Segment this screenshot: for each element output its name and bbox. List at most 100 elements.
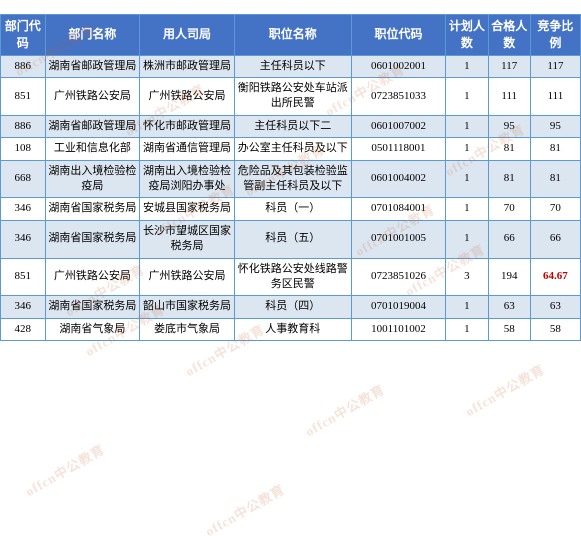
cell-7-4: 0723851026 xyxy=(351,258,446,296)
cell-3-6: 81 xyxy=(488,138,530,160)
cell-0-4: 0601002001 xyxy=(351,55,446,77)
cell-7-5: 3 xyxy=(446,258,488,296)
cell-6-0: 346 xyxy=(1,220,46,258)
cell-8-1: 湖南省国家税务局 xyxy=(45,296,140,318)
cell-9-7: 58 xyxy=(530,318,580,340)
cell-8-4: 0701019004 xyxy=(351,296,446,318)
cell-3-7: 81 xyxy=(530,138,580,160)
cell-1-5: 1 xyxy=(446,77,488,115)
table-row: 108工业和信息化部湖南省通信管理局办公室主任科员及以下050111800118… xyxy=(1,138,581,160)
cell-1-1: 广州铁路公安局 xyxy=(45,77,140,115)
cell-0-6: 117 xyxy=(488,55,530,77)
page-title xyxy=(0,0,581,14)
cell-1-3: 衡阳铁路公安处车站派出所民警 xyxy=(234,77,351,115)
cell-7-6: 194 xyxy=(488,258,530,296)
table-row: 886湖南省邮政管理局株洲市邮政管理局主任科员以下060100200111171… xyxy=(1,55,581,77)
cell-3-2: 湖南省通信管理局 xyxy=(140,138,235,160)
cell-3-1: 工业和信息化部 xyxy=(45,138,140,160)
cell-9-1: 湖南省气象局 xyxy=(45,318,140,340)
cell-9-4: 1001101002 xyxy=(351,318,446,340)
table-row: 851广州铁路公安局广州铁路公安局衡阳铁路公安处车站派出所民警072385103… xyxy=(1,77,581,115)
cell-2-5: 1 xyxy=(446,115,488,137)
cell-1-6: 111 xyxy=(488,77,530,115)
cell-8-7: 63 xyxy=(530,296,580,318)
table-row: 851广州铁路公安局广州铁路公安局怀化铁路公安处线路警务区民警072385102… xyxy=(1,258,581,296)
cell-6-4: 0701001005 xyxy=(351,220,446,258)
cell-5-4: 0701084001 xyxy=(351,198,446,220)
cell-5-6: 70 xyxy=(488,198,530,220)
cell-4-2: 湖南出入境检验检疫局浏阳办事处 xyxy=(140,160,235,198)
table-row: 428湖南省气象局娄底市气象局人事教育科100110100215858 xyxy=(1,318,581,340)
cell-5-2: 安城县国家税务局 xyxy=(140,198,235,220)
cell-7-1: 广州铁路公安局 xyxy=(45,258,140,296)
cell-0-5: 1 xyxy=(446,55,488,77)
table-row: 346湖南省国家税务局安城县国家税务局科员（一）070108400117070 xyxy=(1,198,581,220)
cell-0-0: 886 xyxy=(1,55,46,77)
header-6: 合格人数 xyxy=(488,15,530,56)
cell-7-0: 851 xyxy=(1,258,46,296)
table-row: 668湖南出入境检验检疫局湖南出入境检验检疫局浏阳办事处危险品及其包装检验监管副… xyxy=(1,160,581,198)
cell-9-3: 人事教育科 xyxy=(234,318,351,340)
cell-2-4: 0601007002 xyxy=(351,115,446,137)
cell-1-7: 111 xyxy=(530,77,580,115)
header-4: 职位代码 xyxy=(351,15,446,56)
cell-0-7: 117 xyxy=(530,55,580,77)
cell-5-3: 科员（一） xyxy=(234,198,351,220)
cell-2-7: 95 xyxy=(530,115,580,137)
cell-5-7: 70 xyxy=(530,198,580,220)
table-row: 346湖南省国家税务局韶山市国家税务局科员（四）070101900416363 xyxy=(1,296,581,318)
cell-6-6: 66 xyxy=(488,220,530,258)
cell-2-0: 886 xyxy=(1,115,46,137)
cell-8-0: 346 xyxy=(1,296,46,318)
cell-1-0: 851 xyxy=(1,77,46,115)
cell-8-5: 1 xyxy=(446,296,488,318)
cell-6-1: 湖南省国家税务局 xyxy=(45,220,140,258)
cell-7-2: 广州铁路公安局 xyxy=(140,258,235,296)
header-3: 职位名称 xyxy=(234,15,351,56)
cell-8-6: 63 xyxy=(488,296,530,318)
cell-3-4: 0501118001 xyxy=(351,138,446,160)
cell-6-5: 1 xyxy=(446,220,488,258)
cell-4-0: 668 xyxy=(1,160,46,198)
cell-9-5: 1 xyxy=(446,318,488,340)
cell-5-1: 湖南省国家税务局 xyxy=(45,198,140,220)
cell-4-3: 危险品及其包装检验监管副主任科员及以下 xyxy=(234,160,351,198)
header-2: 用人司局 xyxy=(140,15,235,56)
cell-9-6: 58 xyxy=(488,318,530,340)
header-0: 部门代码 xyxy=(1,15,46,56)
cell-6-2: 长沙市望城区国家税务局 xyxy=(140,220,235,258)
cell-0-1: 湖南省邮政管理局 xyxy=(45,55,140,77)
cell-4-7: 81 xyxy=(530,160,580,198)
cell-3-3: 办公室主任科员及以下 xyxy=(234,138,351,160)
cell-9-0: 428 xyxy=(1,318,46,340)
cell-2-3: 主任科员以下二 xyxy=(234,115,351,137)
header-1: 部门名称 xyxy=(45,15,140,56)
cell-1-2: 广州铁路公安局 xyxy=(140,77,235,115)
cell-1-4: 0723851033 xyxy=(351,77,446,115)
cell-2-6: 95 xyxy=(488,115,530,137)
competition-table: 部门代码部门名称用人司局职位名称职位代码计划人数合格人数竞争比例 886湖南省邮… xyxy=(0,14,581,341)
cell-3-0: 108 xyxy=(1,138,46,160)
cell-6-7: 66 xyxy=(530,220,580,258)
cell-9-2: 娄底市气象局 xyxy=(140,318,235,340)
cell-4-4: 0601004002 xyxy=(351,160,446,198)
cell-2-1: 湖南省邮政管理局 xyxy=(45,115,140,137)
cell-4-6: 81 xyxy=(488,160,530,198)
cell-0-3: 主任科员以下 xyxy=(234,55,351,77)
table-row: 346湖南省国家税务局长沙市望城区国家税务局科员（五）0701001005166… xyxy=(1,220,581,258)
cell-7-3: 怀化铁路公安处线路警务区民警 xyxy=(234,258,351,296)
cell-8-3: 科员（四） xyxy=(234,296,351,318)
cell-4-1: 湖南出入境检验检疫局 xyxy=(45,160,140,198)
header-5: 计划人数 xyxy=(446,15,488,56)
cell-5-5: 1 xyxy=(446,198,488,220)
table-header-row: 部门代码部门名称用人司局职位名称职位代码计划人数合格人数竞争比例 xyxy=(1,15,581,56)
header-7: 竞争比例 xyxy=(530,15,580,56)
cell-3-5: 1 xyxy=(446,138,488,160)
cell-0-2: 株洲市邮政管理局 xyxy=(140,55,235,77)
cell-6-3: 科员（五） xyxy=(234,220,351,258)
cell-7-7: 64.67 xyxy=(530,258,580,296)
cell-8-2: 韶山市国家税务局 xyxy=(140,296,235,318)
table-row: 886湖南省邮政管理局怀化市邮政管理局主任科员以下二06010070021959… xyxy=(1,115,581,137)
cell-2-2: 怀化市邮政管理局 xyxy=(140,115,235,137)
cell-4-5: 1 xyxy=(446,160,488,198)
